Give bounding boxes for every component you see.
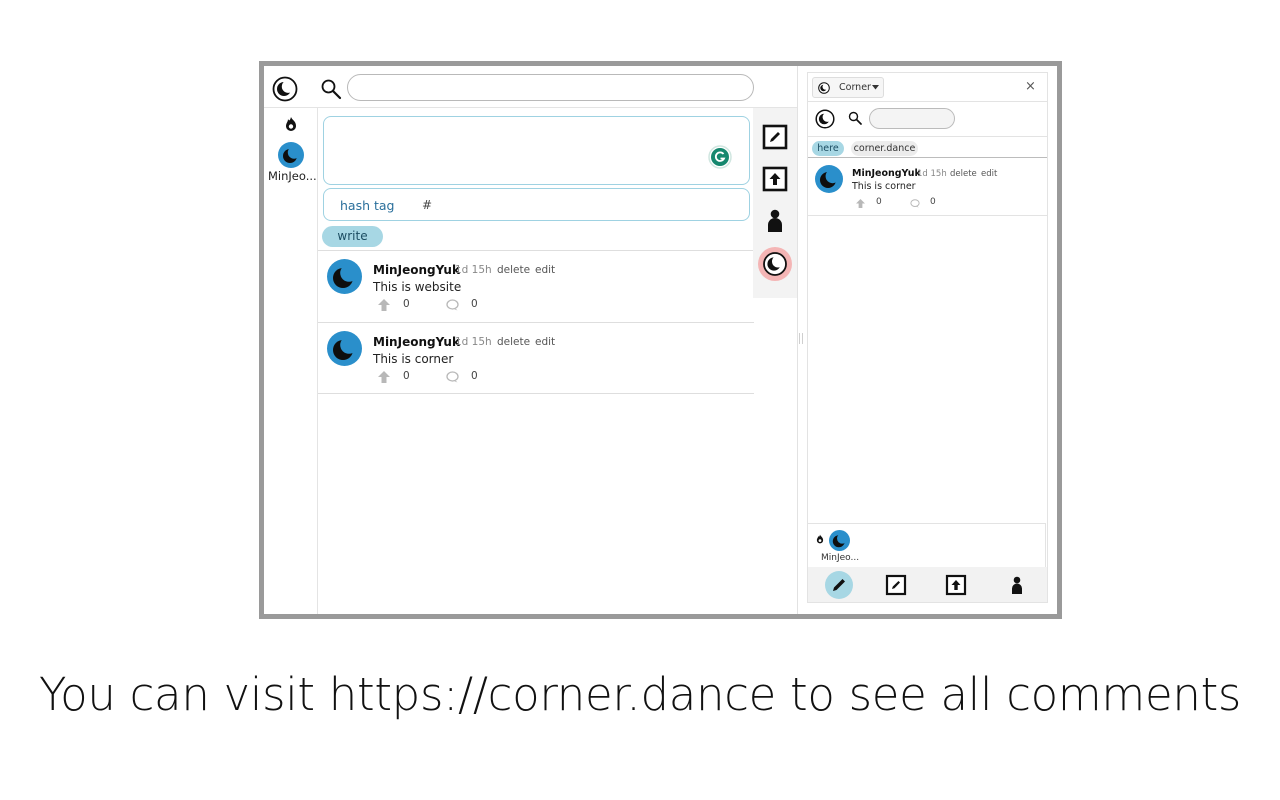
search-icon[interactable] — [848, 111, 862, 125]
post-author[interactable]: MinJeongYuk — [373, 335, 460, 349]
upvote-count: 0 — [403, 370, 410, 382]
post-composer[interactable] — [323, 116, 750, 185]
panel-user-block: MinJeo... — [808, 523, 1046, 567]
edit-link[interactable]: edit — [535, 264, 555, 276]
avatar[interactable] — [327, 259, 362, 294]
person-icon[interactable] — [1003, 571, 1031, 599]
hashtag-label: hash tag — [340, 198, 395, 213]
post-timestamp: 1d 15h — [455, 336, 492, 348]
pencil-box-icon[interactable] — [761, 123, 789, 151]
moon-logo-icon[interactable] — [815, 109, 835, 129]
vertical-toolbar — [753, 108, 797, 298]
upload-box-icon[interactable] — [942, 571, 970, 599]
post-body: This is corner — [852, 181, 916, 192]
caret-down-icon — [872, 85, 879, 90]
comment-count: 0 — [930, 197, 936, 207]
upload-box-icon[interactable] — [761, 165, 789, 193]
panel-toolbar — [808, 567, 1047, 602]
upvote-icon[interactable] — [378, 299, 390, 311]
post-timestamp: 1d 15h — [917, 169, 947, 179]
avatar[interactable] — [278, 142, 304, 168]
person-icon[interactable] — [761, 207, 789, 235]
list-item: MinJeongYuk 1d 15h delete edit This is c… — [808, 159, 1047, 216]
main-app: MinJeo... hash tag # write MinJeongYuk 1… — [264, 66, 797, 614]
avatar[interactable] — [815, 165, 843, 193]
list-item: MinJeongYuk 1d 15h delete edit This is c… — [318, 322, 754, 394]
fire-icon — [816, 534, 824, 544]
caption-text: You can visit https://corner.dance to se… — [38, 668, 1242, 721]
post-body: This is corner — [373, 352, 454, 366]
hashtag-input[interactable]: hash tag # — [323, 188, 750, 221]
app-window: MinJeo... hash tag # write MinJeongYuk 1… — [259, 61, 1062, 619]
panel-header: Corner × — [808, 73, 1047, 102]
grammarly-icon[interactable] — [708, 145, 732, 169]
pencil-box-icon[interactable] — [882, 571, 910, 599]
close-icon[interactable]: × — [1025, 79, 1036, 94]
panel-tabs: here corner.dance — [808, 138, 1047, 158]
upvote-count: 0 — [876, 197, 882, 207]
left-user-column: MinJeo... — [264, 108, 318, 614]
panel-search-bar — [808, 103, 1047, 137]
edit-link[interactable]: edit — [535, 336, 555, 348]
post-author[interactable]: MinJeongYuk — [373, 263, 460, 277]
corner-moon-active-icon[interactable] — [758, 247, 792, 281]
comment-icon[interactable] — [910, 199, 920, 208]
corner-side-panel: Corner × here corner.dance MinJeongYuk 1… — [807, 72, 1048, 603]
delete-link[interactable]: delete — [497, 336, 530, 348]
delete-link[interactable]: delete — [497, 264, 530, 276]
moon-logo-icon[interactable] — [272, 76, 298, 102]
panel-selector-dropdown[interactable]: Corner — [812, 77, 884, 98]
post-timestamp: 1d 15h — [455, 264, 492, 276]
comment-icon[interactable] — [446, 299, 459, 311]
top-bar — [264, 66, 797, 108]
write-button[interactable]: write — [322, 226, 383, 247]
splitter-grip[interactable] — [799, 333, 803, 344]
hashtag-prefix: # — [422, 198, 433, 212]
post-body: This is website — [373, 280, 462, 294]
list-item: MinJeongYuk 1d 15h delete edit This is w… — [318, 250, 754, 322]
post-feed: MinJeongYuk 1d 15h delete edit This is w… — [318, 250, 754, 394]
avatar[interactable] — [829, 530, 850, 551]
post-author[interactable]: MinJeongYuk — [852, 168, 921, 179]
edit-link[interactable]: edit — [981, 169, 997, 179]
tab-here[interactable]: here — [812, 141, 844, 156]
panel-splitter[interactable] — [797, 66, 805, 614]
delete-link[interactable]: delete — [950, 169, 977, 179]
comment-count: 0 — [471, 298, 478, 310]
dropdown-label: Corner — [839, 82, 871, 93]
tab-corner-dance[interactable]: corner.dance — [851, 141, 918, 156]
fire-icon — [286, 117, 296, 131]
upvote-count: 0 — [403, 298, 410, 310]
upvote-icon[interactable] — [378, 371, 390, 383]
comment-icon[interactable] — [446, 371, 459, 383]
search-input[interactable] — [347, 74, 754, 101]
moon-icon — [818, 82, 830, 94]
avatar[interactable] — [327, 331, 362, 366]
pencil-icon[interactable] — [825, 571, 853, 599]
comment-count: 0 — [471, 370, 478, 382]
panel-search-input[interactable] — [869, 108, 955, 129]
search-icon[interactable] — [320, 78, 342, 100]
username-label: MinJeo... — [821, 553, 860, 563]
upvote-icon[interactable] — [856, 199, 865, 208]
username-label: MinJeo... — [268, 169, 317, 183]
